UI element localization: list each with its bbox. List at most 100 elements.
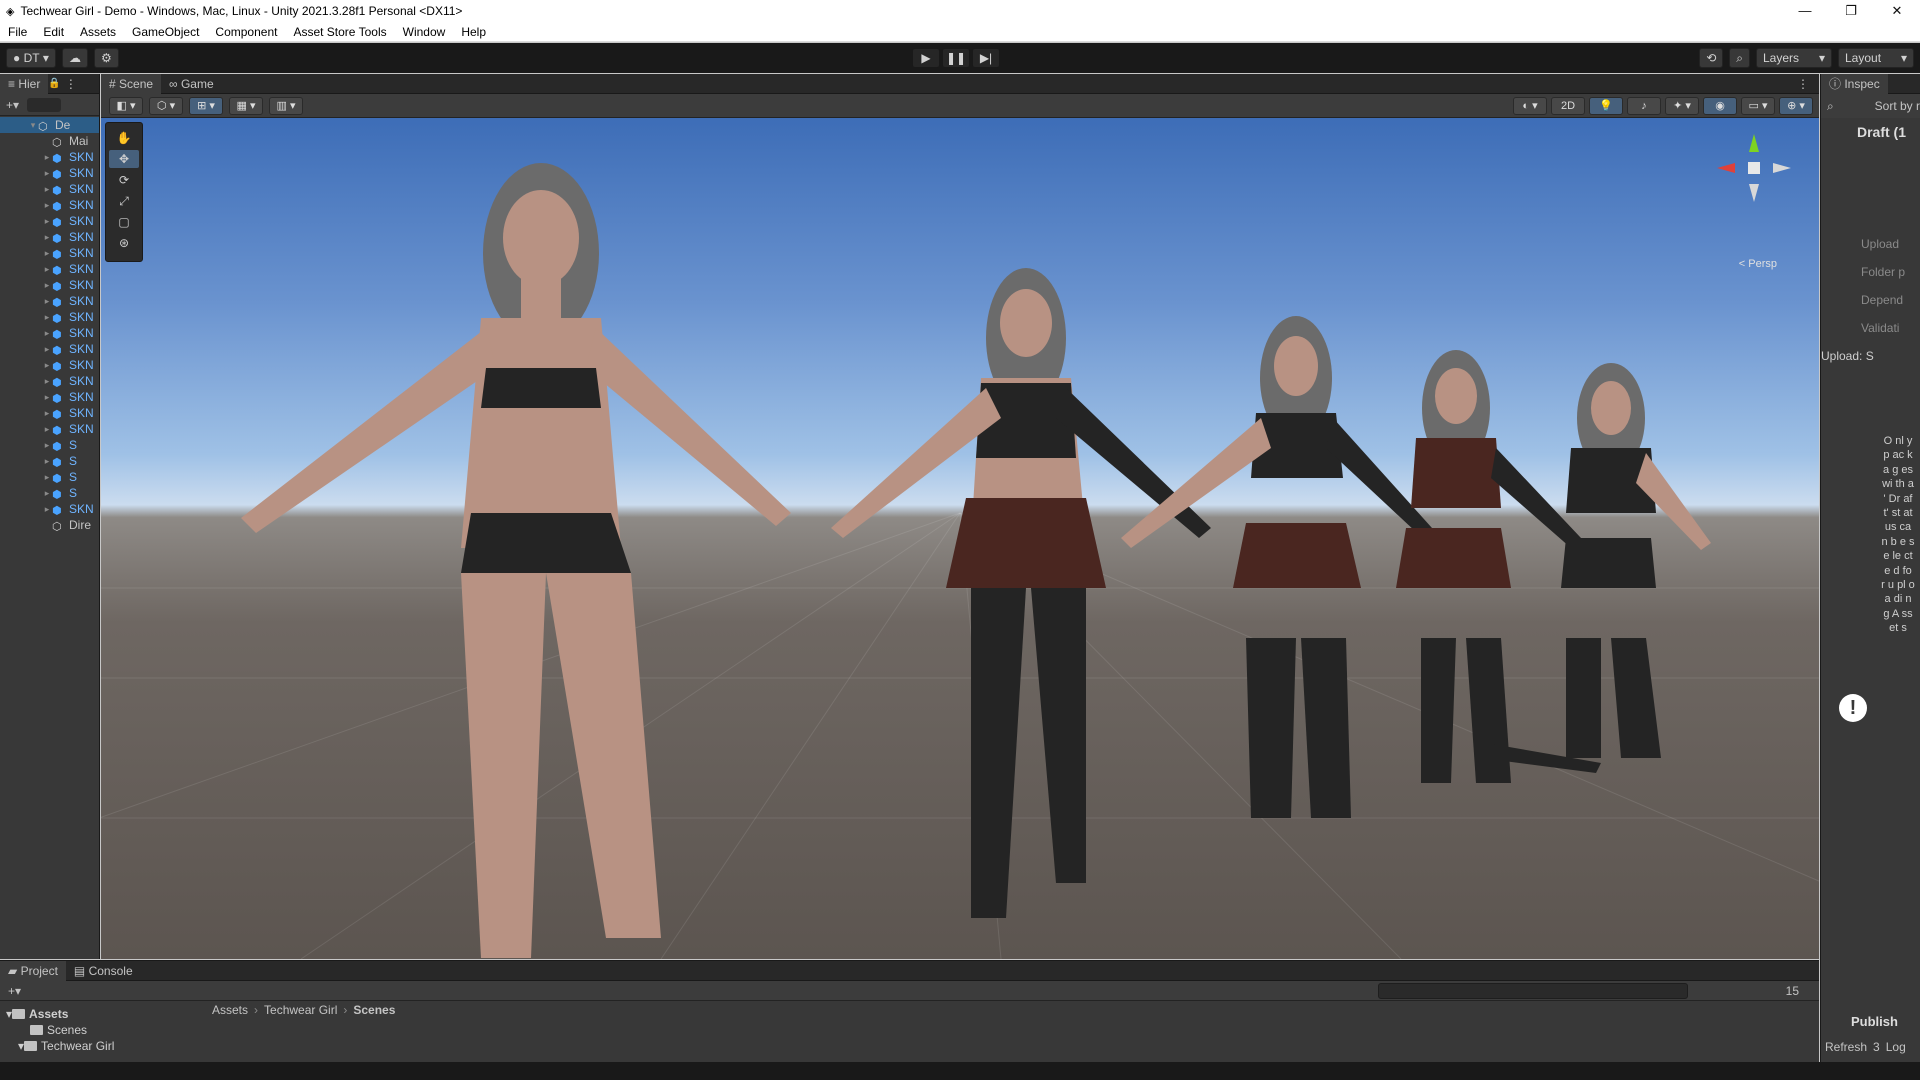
character-outfit-2[interactable]: [1121, 316, 1441, 818]
hierarchy-item[interactable]: ▸ ⬢ SKN: [0, 165, 99, 181]
increment-snap[interactable]: ▥ ▾: [269, 96, 303, 115]
hierarchy-item[interactable]: ▸ ⬢ SKN: [0, 373, 99, 389]
search-icon[interactable]: ⌕: [1827, 99, 1834, 114]
expand-arrow-icon[interactable]: ▸: [42, 213, 52, 229]
expand-arrow-icon[interactable]: ▸: [42, 437, 52, 453]
character-base[interactable]: [241, 163, 791, 958]
hierarchy-item[interactable]: ⬡ Mai: [0, 133, 99, 149]
account-dropdown[interactable]: ● DT ▾: [6, 48, 56, 68]
character-outfit-4[interactable]: [1561, 363, 1711, 758]
log-button[interactable]: Log: [1886, 1040, 1906, 1054]
scene-viewport[interactable]: ✋ ✥ ⟳ ⤢ ▢ ⊛ < Persp: [101, 118, 1819, 959]
step-button[interactable]: ▶|: [972, 48, 1000, 68]
hierarchy-item[interactable]: ▸ ⬢ SKN: [0, 309, 99, 325]
expand-arrow-icon[interactable]: ▸: [42, 469, 52, 485]
expand-arrow-icon[interactable]: ▸: [42, 261, 52, 277]
expand-arrow-icon[interactable]: ▸: [42, 501, 52, 517]
menu-window[interactable]: Window: [395, 25, 454, 39]
visibility-toggle[interactable]: ◉: [1703, 96, 1737, 115]
minimize-button[interactable]: —: [1782, 0, 1828, 22]
move-tool-icon[interactable]: ✥: [109, 150, 139, 168]
hierarchy-item[interactable]: ▸ ⬢ SKN: [0, 389, 99, 405]
expand-arrow-icon[interactable]: ▸: [42, 309, 52, 325]
tab-game[interactable]: ∞ Game: [161, 74, 222, 94]
project-search-input[interactable]: [1378, 983, 1688, 999]
breadcrumb-assets[interactable]: Assets: [212, 1003, 248, 1017]
menu-component[interactable]: Component: [207, 25, 285, 39]
expand-arrow-icon[interactable]: ▸: [42, 485, 52, 501]
tab-console[interactable]: ▤ Console: [66, 961, 141, 981]
toggle-2d[interactable]: 2D: [1551, 96, 1585, 115]
hierarchy-item[interactable]: ▸ ⬢ SKN: [0, 277, 99, 293]
scale-tool-icon[interactable]: ⤢: [109, 192, 139, 210]
expand-arrow-icon[interactable]: ▸: [42, 357, 52, 373]
render-mode-dropdown[interactable]: ⬡ ▾: [149, 96, 183, 115]
hierarchy-item[interactable]: ▸ ⬢ SKN: [0, 261, 99, 277]
grid-toggle[interactable]: ▦ ▾: [229, 96, 263, 115]
expand-arrow-icon[interactable]: ▸: [42, 325, 52, 341]
transform-tool-icon[interactable]: ⊛: [109, 234, 139, 252]
draft-header[interactable]: Draft (1: [1821, 118, 1920, 140]
camera-dropdown[interactable]: ▭ ▾: [1741, 96, 1775, 115]
draw-mode-dropdown[interactable]: ◧ ▾: [109, 96, 143, 115]
rect-tool-icon[interactable]: ▢: [109, 213, 139, 231]
menu-file[interactable]: File: [0, 25, 35, 39]
collab-button[interactable]: ⚙: [93, 48, 119, 68]
projection-label[interactable]: < Persp: [1739, 258, 1777, 270]
menu-gameobject[interactable]: GameObject: [124, 25, 207, 39]
expand-arrow-icon[interactable]: ▸: [42, 421, 52, 437]
history-button[interactable]: ⟲: [1699, 48, 1724, 68]
hierarchy-item[interactable]: ▸ ⬢ SKN: [0, 197, 99, 213]
rotate-tool-icon[interactable]: ⟳: [109, 171, 139, 189]
lock-icon[interactable]: 🔒: [48, 78, 60, 89]
expand-arrow-icon[interactable]: ▸: [42, 277, 52, 293]
hierarchy-item[interactable]: ▸ ⬢ S: [0, 485, 99, 501]
expand-arrow-icon[interactable]: ▸: [42, 453, 52, 469]
sort-dropdown[interactable]: Sort by r: [1875, 99, 1920, 113]
expand-arrow-icon[interactable]: ▸: [42, 197, 52, 213]
hierarchy-item[interactable]: ▸ ⬢ SKN: [0, 325, 99, 341]
character-outfit-1[interactable]: [831, 268, 1211, 918]
add-icon[interactable]: +▾: [8, 984, 21, 998]
hierarchy-item[interactable]: ▸ ⬢ SKN: [0, 149, 99, 165]
pause-button[interactable]: ❚❚: [942, 48, 970, 68]
expand-arrow-icon[interactable]: ▸: [42, 181, 52, 197]
refresh-button[interactable]: Refresh: [1825, 1040, 1867, 1054]
hierarchy-item[interactable]: ▸ ⬢ SKN: [0, 293, 99, 309]
hierarchy-item[interactable]: ▸ ⬢ SKN: [0, 245, 99, 261]
orientation-gizmo[interactable]: [1709, 130, 1799, 230]
hierarchy-item[interactable]: ▸ ⬢ SKN: [0, 501, 99, 517]
close-button[interactable]: ✕: [1874, 0, 1920, 22]
menu-assets[interactable]: Assets: [72, 25, 124, 39]
play-button[interactable]: ▶: [912, 48, 940, 68]
hierarchy-item[interactable]: ▸ ⬢ SKN: [0, 213, 99, 229]
tree-item-assets[interactable]: ▾ Assets: [0, 1006, 205, 1022]
expand-arrow-icon[interactable]: ▸: [42, 341, 52, 357]
snap-toggle[interactable]: ⊞ ▾: [189, 96, 223, 115]
add-icon[interactable]: +▾: [6, 98, 19, 112]
expand-arrow-icon[interactable]: ▸: [42, 165, 52, 181]
hand-tool-icon[interactable]: ✋: [109, 129, 139, 147]
hierarchy-scene-root[interactable]: ▾ ⬡ De: [0, 117, 99, 133]
tab-project[interactable]: ▰ Project: [0, 960, 66, 981]
tree-item-techwear-girl[interactable]: ▾ Techwear Girl: [0, 1038, 205, 1054]
publish-header[interactable]: Publish: [1851, 1014, 1898, 1029]
hierarchy-item[interactable]: ▸ ⬢ SKN: [0, 181, 99, 197]
lighting-toggle[interactable]: 💡: [1589, 96, 1623, 115]
expand-arrow-icon[interactable]: ▸: [42, 293, 52, 309]
menu-help[interactable]: Help: [453, 25, 494, 39]
expand-arrow-icon[interactable]: ▸: [42, 373, 52, 389]
breadcrumb-scenes[interactable]: Scenes: [353, 1003, 395, 1017]
tree-item-scenes[interactable]: Scenes: [0, 1022, 205, 1038]
search-input[interactable]: [27, 97, 62, 112]
menu-edit[interactable]: Edit: [35, 25, 72, 39]
expand-arrow-icon[interactable]: ▸: [42, 245, 52, 261]
expand-arrow-icon[interactable]: ▸: [42, 229, 52, 245]
effects-toggle[interactable]: ✦ ▾: [1665, 96, 1699, 115]
audio-toggle[interactable]: ♪: [1627, 96, 1661, 115]
tab-scene[interactable]: # Scene: [101, 73, 162, 94]
hierarchy-item[interactable]: ▸ ⬢ SKN: [0, 405, 99, 421]
layers-dropdown[interactable]: Layers ▾: [1756, 48, 1832, 68]
gizmos-dropdown[interactable]: ⊕ ▾: [1779, 96, 1813, 115]
hierarchy-item[interactable]: ▸ ⬢ S: [0, 437, 99, 453]
